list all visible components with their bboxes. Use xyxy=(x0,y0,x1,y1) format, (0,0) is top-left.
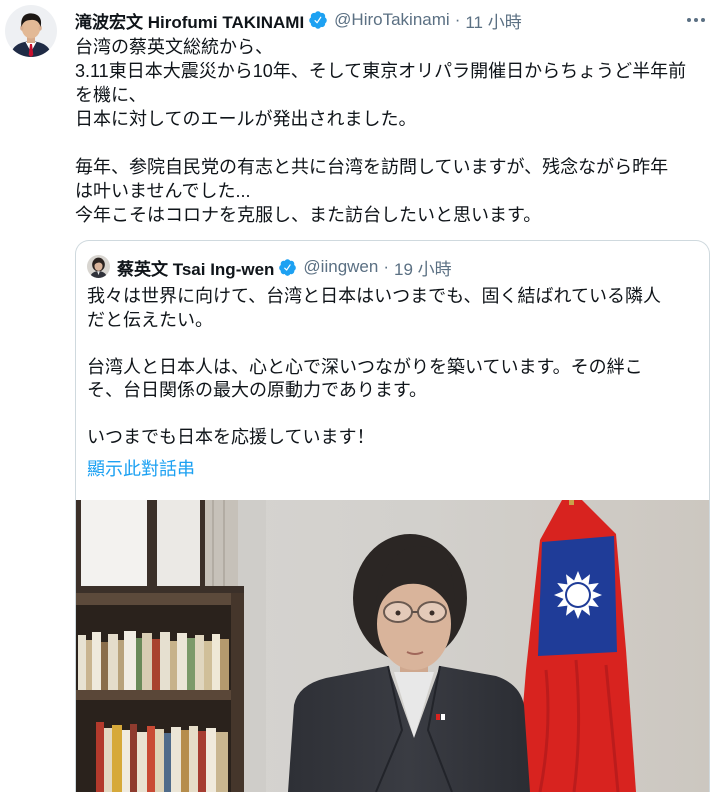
tweet-text-line: 3.11東日本大震災から10年、そして東京オリパラ開催日からちょうど半年前 xyxy=(75,61,687,81)
more-horizontal-icon xyxy=(687,18,705,22)
tweet-text-line: 毎年、参院自民党の有志と共に台湾を訪問していますが、残念ながら昨年 xyxy=(75,157,669,177)
quoted-author-avatar[interactable] xyxy=(87,255,110,278)
tweet-text-line: は叶いませんでした... xyxy=(75,181,251,201)
quoted-tweet-card[interactable]: 蔡英文 Tsai Ing-wen @iingwen · 19 小時 我々は世界に… xyxy=(75,240,710,792)
tweet-timestamp[interactable]: 11 小時 xyxy=(465,8,521,33)
quoted-tweet-timestamp[interactable]: 19 小時 xyxy=(394,255,452,280)
quoted-text-line: 我々は世界に向けて、台湾と日本はいつまでも、固く結ばれている隣人 xyxy=(87,286,662,306)
quoted-text-line: いつまでも日本を応援しています！ xyxy=(87,427,375,447)
verified-badge-icon xyxy=(309,11,327,29)
paragraph-break xyxy=(87,332,702,356)
show-thread-link[interactable]: 顯示此對話串 xyxy=(87,457,195,481)
verified-badge-icon xyxy=(279,258,297,276)
header-separator: · xyxy=(454,10,461,29)
author-display-name[interactable]: 滝波宏文 Hirofumi TAKINAMI xyxy=(75,8,304,33)
more-button[interactable] xyxy=(684,10,708,30)
tweet-text-line: 今年こそはコロナを克服し、また訪台したいと思います。 xyxy=(75,205,542,225)
quoted-text-line: そ、台日関係の最大の原動力であります。 xyxy=(87,380,428,400)
tweet-text-line: 日本に対してのエールが発出されました。 xyxy=(75,109,417,129)
quoted-avatar-photo xyxy=(87,255,110,278)
quoted-tweet-text: 我々は世界に向けて、台湾と日本はいつまでも、固く結ばれている隣人 だと伝えたい。… xyxy=(87,285,702,450)
author-avatar[interactable] xyxy=(5,5,57,57)
quoted-text-line: 台湾人と日本人は、心と心で深いつながりを築いています。その絆こ xyxy=(87,356,643,377)
quoted-author-handle[interactable]: @iingwen xyxy=(303,257,378,277)
tweet-text: 台湾の蔡英文総統から、 3.11東日本大震災から10年、そして東京オリパラ開催日… xyxy=(75,35,713,227)
quoted-author-display-name[interactable]: 蔡英文 Tsai Ing-wen xyxy=(117,255,274,280)
quoted-tweet-media[interactable] xyxy=(76,500,709,792)
author-handle[interactable]: @HiroTakinami xyxy=(334,10,450,30)
avatar-photo xyxy=(5,5,57,57)
tweet-header: 滝波宏文 Hirofumi TAKINAMI @HiroTakinami · 1… xyxy=(75,8,522,32)
video-frame-image xyxy=(76,500,709,792)
quoted-header-separator: · xyxy=(383,257,389,276)
paragraph-break xyxy=(75,131,713,155)
tweet-text-line: 台湾の蔡英文総統から、 xyxy=(75,37,273,57)
quoted-text-line: だと伝えたい。 xyxy=(87,309,213,330)
paragraph-break xyxy=(87,403,702,427)
tweet-text-line: を機に、 xyxy=(75,85,147,105)
quoted-tweet-header: 蔡英文 Tsai Ing-wen @iingwen · 19 小時 xyxy=(117,255,452,280)
